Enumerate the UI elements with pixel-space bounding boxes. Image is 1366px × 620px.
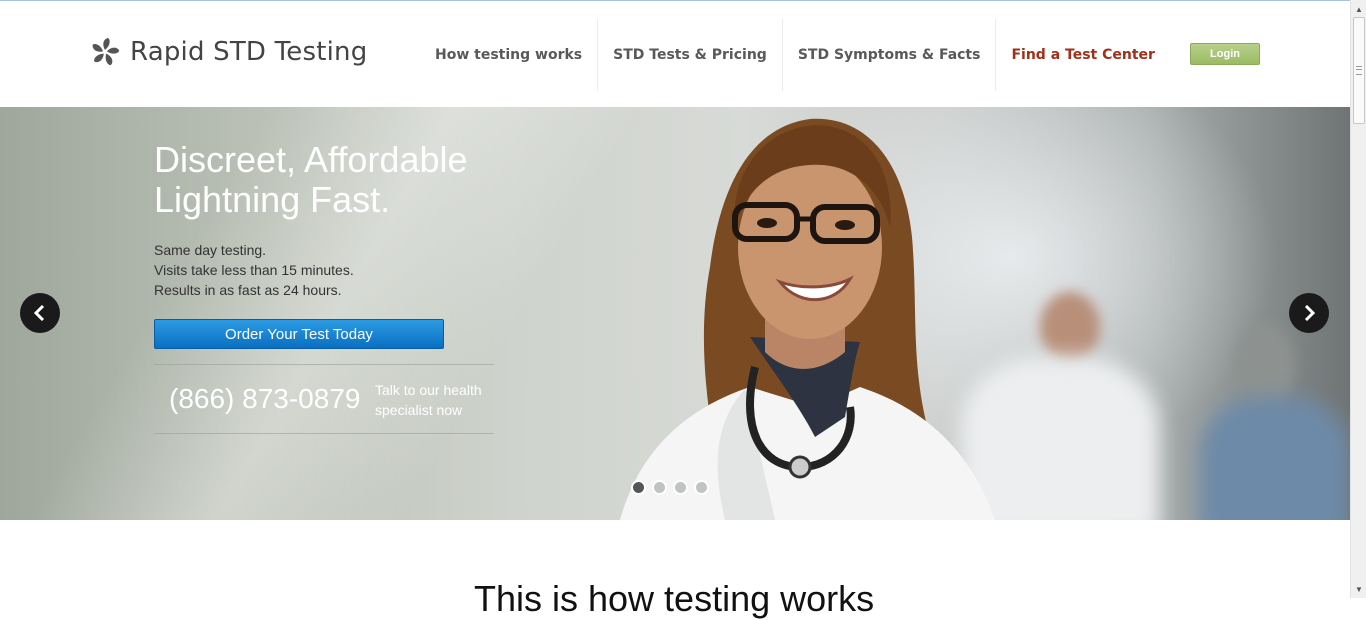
carousel-dot[interactable] [694, 480, 709, 495]
carousel-dot[interactable] [673, 480, 688, 495]
nav-find-test-center[interactable]: Find a Test Center [995, 19, 1169, 91]
phone-note-line1: Talk to our health [375, 382, 482, 398]
phone-note-line2: specialist now [375, 402, 463, 418]
chevron-left-icon [33, 305, 45, 321]
login-button[interactable]: Login [1190, 43, 1260, 65]
logo-pinwheel-icon [92, 38, 120, 66]
background-figure [1200, 397, 1350, 520]
hero-feature-line: Same day testing. [154, 242, 267, 258]
background-figure [1040, 292, 1100, 362]
order-test-button[interactable]: Order Your Test Today [154, 319, 444, 349]
site-header: Rapid STD Testing How testing works STD … [0, 1, 1350, 107]
carousel-dot[interactable] [652, 480, 667, 495]
phone-note: Talk to our health specialist now [375, 380, 482, 420]
scroll-up-icon[interactable]: ▲ [1351, 2, 1366, 16]
hero-title: Discreet, Affordable Lightning Fast. [154, 140, 554, 220]
site-logo[interactable]: Rapid STD Testing [90, 37, 367, 67]
carousel-dot[interactable] [631, 480, 646, 495]
nav-how-testing-works[interactable]: How testing works [420, 19, 597, 91]
hero-feature-list: Same day testing. Visits take less than … [154, 240, 354, 300]
hero-title-line2: Lightning Fast. [154, 179, 391, 220]
hero-feature-line: Visits take less than 15 minutes. [154, 262, 354, 278]
carousel-prev-button[interactable] [20, 293, 60, 333]
nav-symptoms-facts[interactable]: STD Symptoms & Facts [781, 19, 996, 91]
logo-text: Rapid STD Testing [130, 37, 368, 67]
scroll-down-icon[interactable]: ▼ [1351, 582, 1366, 596]
chevron-right-icon [1304, 305, 1316, 321]
hero-title-line1: Discreet, Affordable [154, 139, 468, 180]
carousel-indicators [631, 480, 709, 495]
phone-number[interactable]: (866) 873-0879 [169, 383, 360, 415]
hero-feature-line: Results in as fast as 24 hours. [154, 282, 342, 298]
nav-tests-pricing[interactable]: STD Tests & Pricing [597, 19, 782, 91]
doctor-photo [620, 118, 995, 520]
hero-carousel: Discreet, Affordable Lightning Fast. Sam… [0, 107, 1350, 520]
scroll-thumb[interactable] [1353, 17, 1365, 124]
carousel-next-button[interactable] [1289, 293, 1329, 333]
phone-contact: (866) 873-0879 Talk to our health specia… [154, 364, 494, 434]
main-nav: How testing works STD Tests & Pricing ST… [420, 19, 1170, 91]
page-scrollbar[interactable]: ▲ ▼ [1350, 0, 1366, 598]
section-title: This is how testing works [474, 578, 875, 619]
